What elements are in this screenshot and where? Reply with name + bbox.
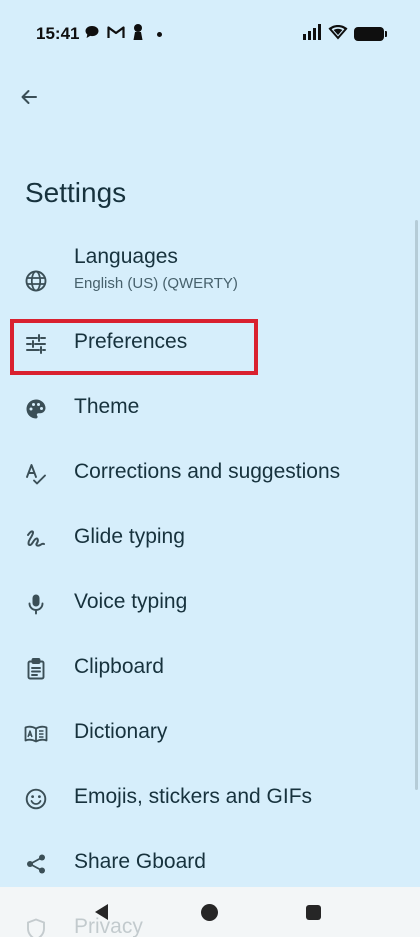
settings-item-share-gboard[interactable]: Share Gboard bbox=[0, 840, 420, 888]
settings-item-label: Languages bbox=[74, 245, 178, 268]
back-triangle-icon[interactable] bbox=[95, 904, 108, 920]
settings-item-emojis[interactable]: Emojis, stickers and GIFs bbox=[0, 775, 420, 823]
dot-icon bbox=[157, 31, 162, 37]
spellcheck-icon bbox=[24, 462, 48, 486]
settings-item-label: Dictionary bbox=[74, 720, 168, 743]
settings-item-label: Emojis, stickers and GIFs bbox=[74, 785, 313, 808]
shield-icon bbox=[24, 917, 48, 937]
gboard-settings-screen: 15:41 Settings Languages English (US) (Q… bbox=[0, 0, 420, 937]
settings-item-corrections-text: Corrections and suggestions bbox=[74, 460, 340, 484]
recents-square-icon[interactable] bbox=[306, 905, 321, 920]
palette-icon bbox=[24, 397, 48, 421]
settings-item-clipboard[interactable]: Clipboard bbox=[0, 645, 420, 693]
settings-item-voice-typing[interactable]: Voice typing bbox=[0, 580, 420, 628]
settings-item-dictionary-text: Dictionary bbox=[74, 720, 167, 744]
chat-bubble-icon bbox=[84, 24, 100, 45]
mic-icon bbox=[24, 592, 48, 616]
arrow-left-icon bbox=[19, 87, 39, 112]
home-circle-icon[interactable] bbox=[201, 904, 218, 921]
settings-item-label: Glide typing bbox=[74, 525, 185, 548]
battery-icon bbox=[354, 27, 387, 41]
globe-icon bbox=[24, 269, 48, 293]
settings-item-theme[interactable]: Theme bbox=[0, 385, 420, 433]
settings-item-label: Privacy bbox=[74, 915, 143, 937]
settings-item-clipboard-text: Clipboard bbox=[74, 655, 164, 679]
settings-item-emojis-text: Emojis, stickers and GIFs bbox=[74, 785, 312, 809]
clipboard-icon bbox=[24, 657, 48, 681]
settings-item-languages[interactable]: Languages English (US) (QWERTY) bbox=[0, 245, 420, 317]
settings-item-voice-text: Voice typing bbox=[74, 590, 187, 614]
signal-icon bbox=[302, 23, 322, 45]
wifi-icon bbox=[328, 24, 348, 45]
book-icon bbox=[24, 722, 48, 746]
settings-item-label: Voice typing bbox=[74, 590, 188, 613]
status-time: 15:41 bbox=[36, 24, 80, 43]
smiley-icon bbox=[24, 787, 48, 811]
status-bar: 15:41 bbox=[0, 0, 420, 68]
settings-item-label: Clipboard bbox=[74, 655, 164, 678]
notification-icons bbox=[84, 23, 162, 46]
gmail-icon bbox=[107, 25, 125, 44]
settings-item-label: Theme bbox=[74, 395, 140, 418]
back-button[interactable] bbox=[12, 82, 46, 116]
settings-item-label: Share Gboard bbox=[74, 850, 206, 873]
navigation-bar: Privacy bbox=[0, 887, 420, 937]
page-title: Settings bbox=[25, 177, 127, 208]
keyhole-icon bbox=[132, 23, 144, 46]
settings-item-glide-text: Glide typing bbox=[74, 525, 185, 549]
gesture-icon bbox=[24, 527, 48, 551]
settings-item-dictionary[interactable]: Dictionary bbox=[0, 710, 420, 758]
settings-item-theme-text: Theme bbox=[74, 395, 139, 419]
settings-item-glide-typing[interactable]: Glide typing bbox=[0, 515, 420, 563]
share-icon bbox=[24, 852, 48, 876]
settings-item-label: Corrections and suggestions bbox=[74, 460, 341, 483]
settings-item-share-text: Share Gboard bbox=[74, 850, 206, 874]
settings-item-corrections[interactable]: Corrections and suggestions bbox=[0, 450, 420, 498]
highlight-box bbox=[10, 319, 258, 375]
system-icons bbox=[302, 23, 387, 45]
settings-item-languages-text: Languages English (US) (QWERTY) bbox=[74, 245, 238, 292]
settings-item-sublabel: English (US) (QWERTY) bbox=[74, 275, 238, 292]
